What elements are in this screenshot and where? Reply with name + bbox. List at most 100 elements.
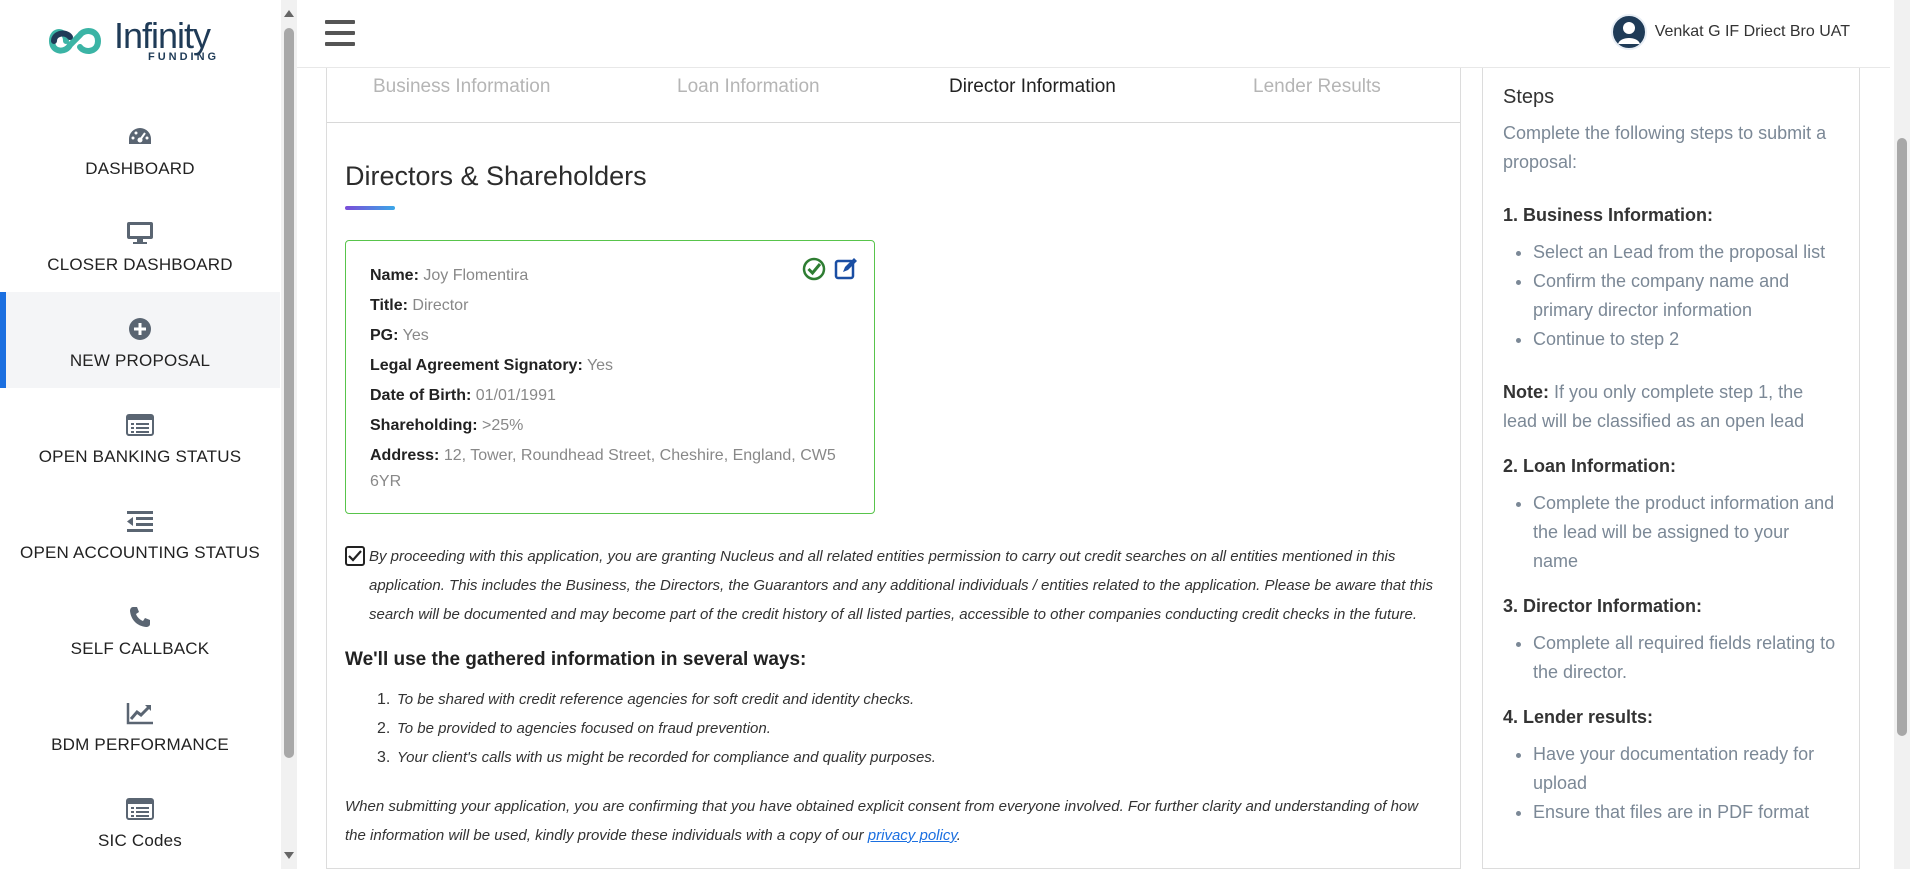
field-label: Title: xyxy=(370,297,408,314)
check-circle-icon xyxy=(802,257,826,281)
page-scrollbar-thumb[interactable] xyxy=(1897,138,1907,736)
tab-director-information[interactable]: Director Information xyxy=(949,76,1116,98)
field-label: Address: xyxy=(370,447,440,464)
list-window-icon xyxy=(126,795,154,823)
consent-checkbox[interactable] xyxy=(345,546,365,566)
edit-icon[interactable] xyxy=(834,257,858,281)
list-item: Continue to step 2 xyxy=(1533,325,1839,354)
director-shareholding-row: Shareholding: >25% xyxy=(370,411,850,441)
step-2-list: Complete the product information and the… xyxy=(1533,489,1839,576)
sidebar-nav: DASHBOARD CLOSER DASHBOARD NEW PROPOSAL … xyxy=(0,100,280,868)
list-window-icon xyxy=(126,411,154,439)
director-signatory-row: Legal Agreement Signatory: Yes xyxy=(370,351,850,381)
director-name: Joy Flomentira xyxy=(423,267,529,284)
list-item: Confirm the company name and primary dir… xyxy=(1533,267,1839,325)
field-label: Date of Birth: xyxy=(370,387,472,404)
scroll-up-arrow-icon[interactable] xyxy=(284,10,294,17)
hamburger-menu-icon[interactable] xyxy=(325,20,355,46)
top-bar: Venkat G IF Driect Bro UAT xyxy=(297,0,1890,68)
director-pg-row: PG: Yes xyxy=(370,321,850,351)
list-item: Have your documentation ready for upload xyxy=(1533,740,1839,798)
page-scrollbar[interactable] xyxy=(1894,0,1910,869)
director-address-row: Address: 12, Tower, Roundhead Street, Ch… xyxy=(370,443,850,495)
sidebar: Infinity FUNDING DASHBOARD CLOSER DASHBO… xyxy=(0,0,280,869)
steps-intro: Complete the following steps to submit a… xyxy=(1503,123,1827,172)
phone-icon xyxy=(126,603,154,631)
director-dob-row: Date of Birth: 01/01/1991 xyxy=(370,381,850,411)
list-item: 1. To be shared with credit reference age… xyxy=(377,685,1460,714)
director-title: Director xyxy=(412,297,469,314)
brand-name: Infinity xyxy=(114,15,211,56)
sidebar-item-open-accounting-status[interactable]: OPEN ACCOUNTING STATUS xyxy=(0,484,280,580)
list-item: Ensure that files are in PDF format xyxy=(1533,798,1839,827)
checkmark-icon xyxy=(348,550,362,562)
note-text: If you only complete step 1, the lead wi… xyxy=(1503,382,1805,431)
plus-circle-icon xyxy=(126,315,154,343)
director-signatory: Yes xyxy=(586,357,614,374)
director-dob: 01/01/1991 xyxy=(475,387,556,404)
sidebar-item-label: NEW PROPOSAL xyxy=(69,351,211,370)
steps-panel: Steps Complete the following steps to su… xyxy=(1482,68,1860,869)
step-3-title: 3. Director Information: xyxy=(1503,596,1703,616)
step-note: Note: If you only complete step 1, the l… xyxy=(1503,378,1839,436)
sidebar-item-label: OPEN BANKING STATUS xyxy=(38,447,242,466)
director-pg: Yes xyxy=(402,327,429,344)
sidebar-item-sic-codes[interactable]: SIC Codes xyxy=(0,772,280,868)
sidebar-item-label: SELF CALLBACK xyxy=(70,639,210,658)
sidebar-item-label: DASHBOARD xyxy=(85,159,195,178)
list-text: Your client's calls with us might be rec… xyxy=(397,749,936,766)
title-underline xyxy=(345,206,395,210)
line-chart-icon xyxy=(126,699,154,727)
list-text: To be provided to agencies focused on fr… xyxy=(397,720,771,737)
list-item: 3. Your client's calls with us might be r… xyxy=(377,743,1460,772)
director-shareholding: >25% xyxy=(482,417,524,434)
outdent-list-icon xyxy=(126,507,154,535)
sidebar-item-closer-dashboard[interactable]: CLOSER DASHBOARD xyxy=(0,196,280,292)
sidebar-item-new-proposal[interactable]: NEW PROPOSAL xyxy=(0,292,280,388)
directors-section: Directors & Shareholders Name: Joy Flome… xyxy=(327,123,1460,850)
step-4-title: 4. Lender results: xyxy=(1503,707,1654,727)
sidebar-scrollbar-thumb[interactable] xyxy=(284,28,294,758)
uses-heading: We'll use the gathered information in se… xyxy=(345,649,807,670)
proposal-form-card: Business Information Loan Information Di… xyxy=(326,68,1461,869)
list-item: Select an Lead from the proposal list xyxy=(1533,238,1839,267)
page-title: Directors & Shareholders xyxy=(345,161,647,191)
list-item: 2. To be provided to agencies focused on … xyxy=(377,714,1460,743)
tab-loan-information[interactable]: Loan Information xyxy=(677,76,820,98)
uses-list: 1. To be shared with credit reference age… xyxy=(377,685,1460,772)
steps-heading: Steps xyxy=(1503,86,1555,108)
sidebar-item-open-banking-status[interactable]: OPEN BANKING STATUS xyxy=(0,388,280,484)
director-card: Name: Joy Flomentira Title: Director PG:… xyxy=(345,240,875,514)
avatar xyxy=(1610,14,1647,50)
sidebar-item-label: BDM PERFORMANCE xyxy=(51,735,229,754)
submit-note: When submitting your application, you ar… xyxy=(345,792,1435,850)
note-label: Note: xyxy=(1503,382,1549,402)
sidebar-item-label: SIC Codes xyxy=(97,831,182,850)
director-title-row: Title: Director xyxy=(370,291,850,321)
director-address: 12, Tower, Roundhead Street, Cheshire, E… xyxy=(370,447,836,490)
field-label: Name: xyxy=(370,267,419,284)
sidebar-item-dashboard[interactable]: DASHBOARD xyxy=(0,100,280,196)
sidebar-item-label: CLOSER DASHBOARD xyxy=(47,255,233,274)
sidebar-item-bdm-performance[interactable]: BDM PERFORMANCE xyxy=(0,676,280,772)
privacy-policy-link[interactable]: privacy policy xyxy=(868,827,957,844)
tab-business-information[interactable]: Business Information xyxy=(373,76,550,98)
director-name-row: Name: Joy Flomentira xyxy=(370,261,850,291)
step-2-title: 2. Loan Information: xyxy=(1503,456,1676,476)
step-1-list: Select an Lead from the proposal list Co… xyxy=(1533,238,1839,354)
brand-logo[interactable]: Infinity FUNDING xyxy=(48,14,238,68)
monitor-icon xyxy=(126,219,154,247)
list-text: To be shared with credit reference agenc… xyxy=(397,691,915,708)
user-name: Venkat G IF Driect Bro UAT xyxy=(1654,23,1850,40)
field-label: Shareholding: xyxy=(370,417,478,434)
step-3-list: Complete all required fields relating to… xyxy=(1533,629,1839,687)
scroll-down-arrow-icon[interactable] xyxy=(284,852,294,859)
consent-block: By proceeding with this application, you… xyxy=(345,542,1435,629)
step-4-list: Have your documentation ready for upload… xyxy=(1533,740,1839,827)
user-menu[interactable]: Venkat G IF Driect Bro UAT xyxy=(1610,14,1850,50)
sidebar-item-self-callback[interactable]: SELF CALLBACK xyxy=(0,580,280,676)
sidebar-scrollbar[interactable] xyxy=(281,0,297,869)
field-label: PG: xyxy=(370,327,399,344)
tab-lender-results[interactable]: Lender Results xyxy=(1253,76,1381,98)
infinity-logo-icon xyxy=(48,28,102,54)
